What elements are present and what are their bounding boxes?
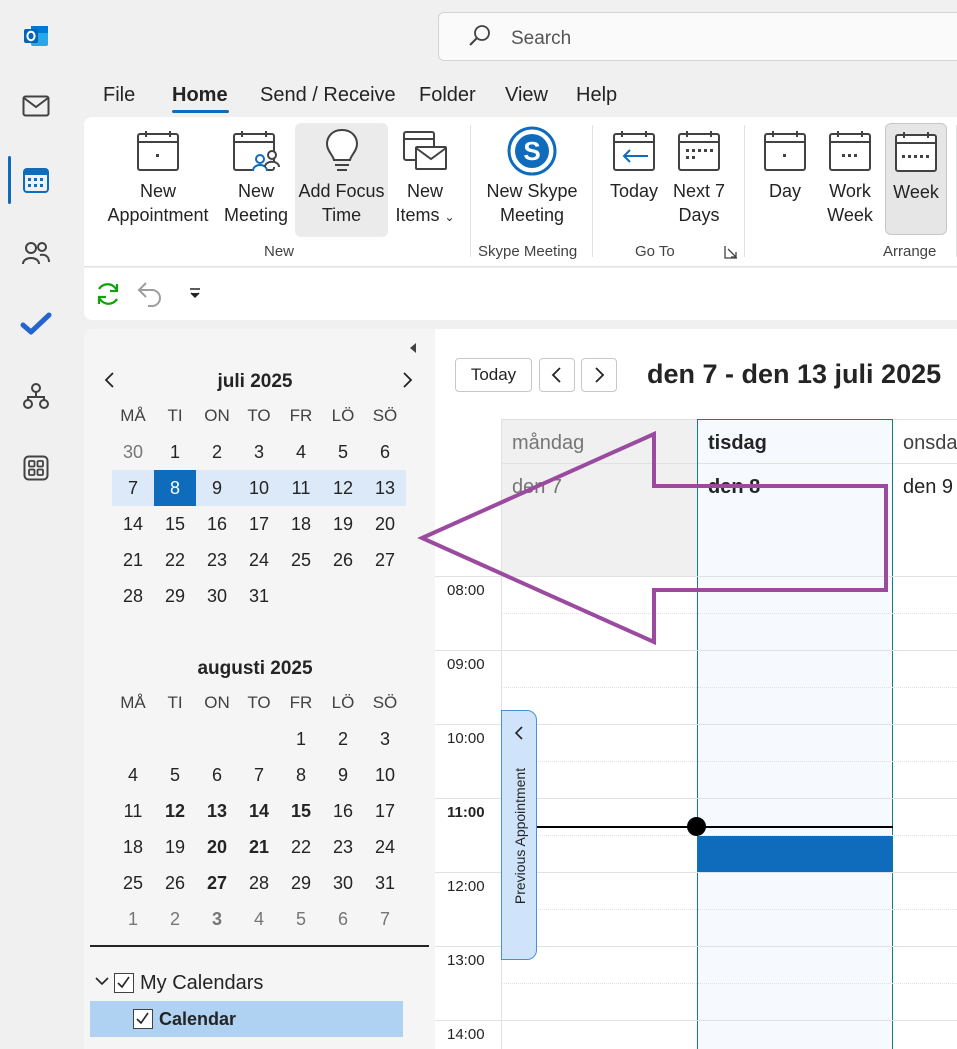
annotation-arrow-icon bbox=[417, 430, 888, 646]
